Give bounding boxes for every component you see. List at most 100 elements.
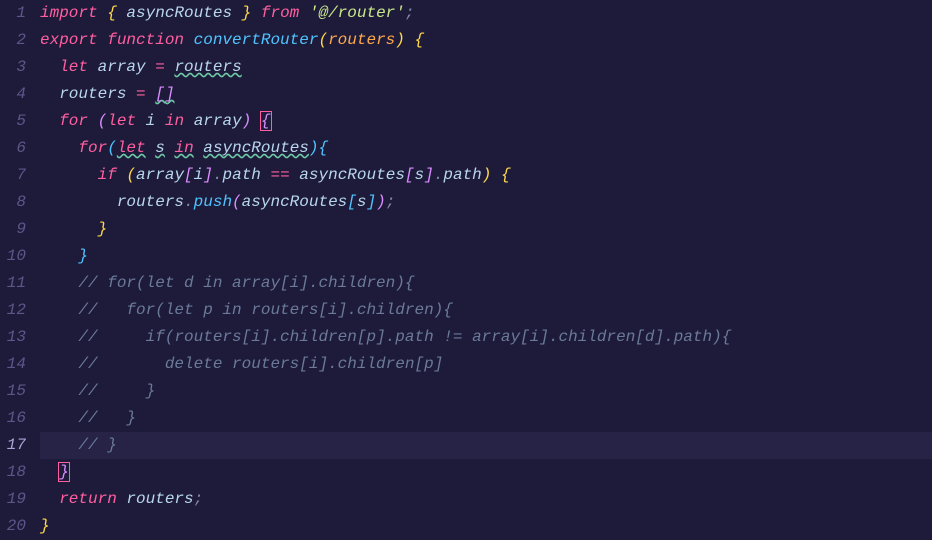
brace-open: { — [319, 139, 329, 157]
paren-close: ) — [482, 166, 492, 184]
code-line[interactable]: } — [40, 459, 932, 486]
code-line[interactable]: // for(let d in array[i].children){ — [40, 270, 932, 297]
operator: = — [146, 58, 175, 76]
code-line[interactable]: // } — [40, 405, 932, 432]
identifier: array — [136, 166, 184, 184]
identifier: routers — [126, 490, 193, 508]
paren-close: ) — [309, 139, 319, 157]
line-number: 12 — [0, 297, 26, 324]
bracket-close: ] — [424, 166, 434, 184]
bracket-open: [ — [184, 166, 194, 184]
identifier: asyncRoutes — [203, 139, 309, 157]
paren-close: ) — [376, 193, 386, 211]
code-line[interactable]: } — [40, 243, 932, 270]
comment: // delete routers[i].children[p] — [78, 355, 443, 373]
space — [88, 112, 98, 130]
brace-close: } — [232, 4, 261, 22]
line-number: 6 — [0, 135, 26, 162]
indent — [40, 463, 59, 481]
brace-close: } — [40, 517, 50, 535]
code-area[interactable]: import { asyncRoutes } from '@/router'; … — [40, 0, 932, 538]
paren-open: ( — [232, 193, 242, 211]
code-line[interactable]: // } — [40, 378, 932, 405]
keyword-from: from — [261, 4, 299, 22]
code-line[interactable]: return routers; — [40, 486, 932, 513]
brace-open: { — [501, 166, 511, 184]
paren-close: ) — [395, 31, 405, 49]
parameter: routers — [328, 31, 395, 49]
operator: == — [261, 166, 299, 184]
function-name: convertRouter — [194, 31, 319, 49]
space — [184, 112, 194, 130]
property: path — [443, 166, 481, 184]
operator: = — [126, 85, 155, 103]
bracket-close: ] — [165, 85, 175, 103]
keyword-for: for — [59, 112, 88, 130]
line-number: 5 — [0, 108, 26, 135]
identifier: routers — [174, 58, 241, 76]
line-number: 17 — [0, 432, 26, 459]
code-line[interactable]: } — [40, 216, 932, 243]
line-number: 8 — [0, 189, 26, 216]
code-line[interactable]: let array = routers — [40, 54, 932, 81]
indent — [40, 247, 78, 265]
identifier: s — [155, 139, 165, 157]
semicolon: ; — [386, 193, 396, 211]
code-line[interactable]: // delete routers[i].children[p] — [40, 351, 932, 378]
indent — [40, 85, 59, 103]
identifier: asyncRoutes — [126, 4, 232, 22]
keyword-in: in — [174, 139, 193, 157]
code-line[interactable]: } — [40, 513, 932, 540]
identifier: routers — [59, 85, 126, 103]
keyword-return: return — [59, 490, 117, 508]
line-number: 1 — [0, 0, 26, 27]
code-line[interactable]: routers.push(asyncRoutes[s]); — [40, 189, 932, 216]
code-line[interactable]: if (array[i].path == asyncRoutes[s].path… — [40, 162, 932, 189]
indent — [40, 355, 78, 373]
dot: . — [184, 193, 194, 211]
code-line[interactable]: for (let i in array) { — [40, 108, 932, 135]
comment: // if(routers[i].children[p].path != arr… — [78, 328, 731, 346]
comment: // } — [78, 382, 155, 400]
line-number: 3 — [0, 54, 26, 81]
identifier: asyncRoutes — [299, 166, 405, 184]
line-number: 7 — [0, 162, 26, 189]
line-number-gutter: 1 2 3 4 5 6 7 8 9 10 11 12 13 14 15 16 1… — [0, 0, 40, 538]
identifier: i — [146, 112, 156, 130]
code-line[interactable]: routers = [] — [40, 81, 932, 108]
indent — [40, 139, 78, 157]
line-number: 19 — [0, 486, 26, 513]
dot: . — [434, 166, 444, 184]
bracket-open: [ — [405, 166, 415, 184]
identifier: array — [98, 58, 146, 76]
keyword-in: in — [165, 112, 184, 130]
line-number: 14 — [0, 351, 26, 378]
property: path — [222, 166, 260, 184]
code-line[interactable]: import { asyncRoutes } from '@/router'; — [40, 0, 932, 27]
line-number: 18 — [0, 459, 26, 486]
code-line-active[interactable]: // } — [40, 432, 932, 459]
identifier: s — [415, 166, 425, 184]
indent — [40, 166, 98, 184]
identifier: s — [357, 193, 367, 211]
keyword-let: let — [107, 112, 136, 130]
brace-close-matched: } — [58, 462, 70, 482]
space — [155, 112, 165, 130]
code-line[interactable]: // if(routers[i].children[p].path != arr… — [40, 324, 932, 351]
brace-close: } — [78, 247, 88, 265]
space — [117, 490, 127, 508]
comment: // for(let p in routers[i].children){ — [78, 301, 452, 319]
code-line[interactable]: for(let s in asyncRoutes){ — [40, 135, 932, 162]
identifier: array — [194, 112, 242, 130]
indent — [40, 220, 98, 238]
code-line[interactable]: export function convertRouter(routers) { — [40, 27, 932, 54]
bracket-close: ] — [203, 166, 213, 184]
brace-open: { — [98, 4, 127, 22]
brace-close: } — [98, 220, 108, 238]
line-number: 2 — [0, 27, 26, 54]
space — [146, 139, 156, 157]
identifier: i — [194, 166, 204, 184]
line-number: 15 — [0, 378, 26, 405]
code-editor[interactable]: 1 2 3 4 5 6 7 8 9 10 11 12 13 14 15 16 1… — [0, 0, 932, 538]
code-line[interactable]: // for(let p in routers[i].children){ — [40, 297, 932, 324]
